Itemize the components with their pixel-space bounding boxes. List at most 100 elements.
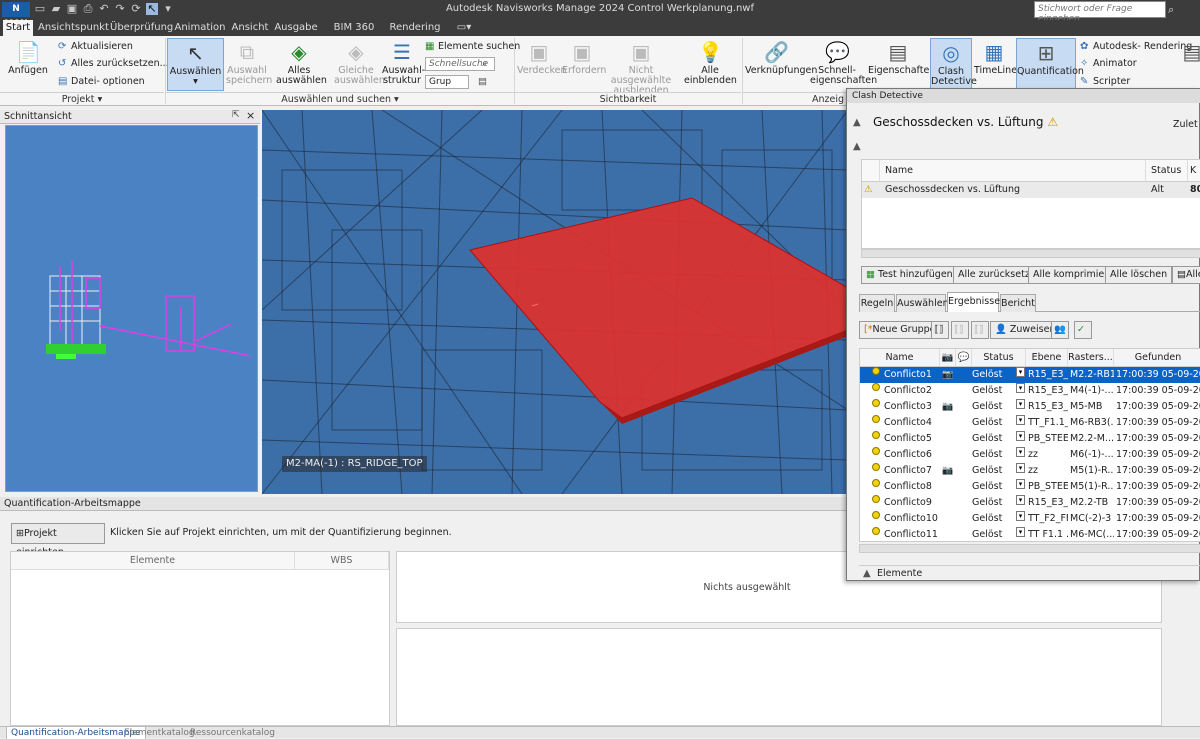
camera-icon[interactable]: 📷 [942, 367, 956, 383]
main-3d-viewport[interactable] [262, 110, 848, 494]
auswaehlen-button[interactable]: ↖ Auswählen ▾ [167, 38, 224, 91]
auswahl-speichern-button[interactable]: ⧉ Auswahl speichern [226, 40, 272, 86]
grup-dropdown[interactable]: Grup [425, 75, 469, 89]
tab-bim360glue[interactable]: BIM 360 Glue [323, 20, 385, 49]
comment-col-icon[interactable]: 💬 [956, 349, 972, 367]
tab-ansicht[interactable]: Ansicht [230, 20, 270, 36]
results-scrollbar[interactable] [859, 544, 1200, 553]
tests-scrollbar[interactable] [861, 249, 1200, 258]
col-test-k[interactable]: K [1188, 160, 1200, 182]
status-dropdown-icon[interactable]: ▾ [1016, 495, 1025, 505]
search-icon[interactable]: ⌕ [1168, 3, 1182, 17]
tab-ergebnisse[interactable]: Ergebnisse [947, 292, 1000, 312]
approve-icon[interactable]: ✓ [1074, 321, 1092, 339]
elemente-suchen-button[interactable]: ▦ Elemente suchen [425, 40, 520, 54]
aktualisieren-button[interactable]: ⟳ Aktualisieren [58, 40, 133, 54]
quantification-button[interactable]: ⊞ Quantification [1016, 38, 1084, 90]
status-dropdown-icon[interactable]: ▾ [1016, 399, 1025, 409]
test-hinzufuegen-button[interactable]: ▦ Test hinzufügen [861, 266, 958, 284]
status-dropdown-icon[interactable]: ▾ [1016, 479, 1025, 489]
col-test-name[interactable]: Name [880, 160, 1146, 182]
col-raster[interactable]: Rasters... [1068, 349, 1114, 367]
table-row[interactable]: Conflicto7 📷 Gelöst ▾ zz M5(1)-R... 17:00:39 0… [860, 463, 1200, 479]
tab-ausgabe[interactable]: Ausgabe [274, 20, 318, 36]
help-search-input[interactable]: Stichwort oder Frage eingeben [1034, 1, 1166, 24]
section-view[interactable] [5, 125, 258, 492]
anfuegen-button[interactable]: 📄 Anfügen [8, 40, 48, 76]
alle-einblenden-button[interactable]: 💡 Alle einblenden [684, 40, 737, 86]
table-row[interactable]: Conflicto5 Gelöst ▾PB_STEE...M2.2-M...17:0… [860, 431, 1200, 447]
pin-icon[interactable]: ⇱ [232, 110, 240, 120]
camera-icon[interactable]: 📷 [942, 463, 956, 479]
tab-regeln[interactable]: Regeln [859, 294, 895, 312]
neue-gruppe-button[interactable]: [*Neue Gruppe [859, 321, 941, 339]
status-dropdown-icon[interactable]: ▾ [1016, 527, 1025, 537]
status-dropdown-icon[interactable]: ▾ [1016, 415, 1025, 425]
table-row[interactable]: Conflicto6 Gelöst ▾ zz M6(-1)-... 17:00:39 05… [860, 447, 1200, 463]
tab-animation[interactable]: Animation [174, 20, 226, 36]
animator-button[interactable]: ✧ Animator [1080, 57, 1137, 71]
nicht-ausgewaehlte-ausblenden-button[interactable]: ▣ Nicht ausgewählte ausblenden [603, 40, 679, 96]
col-ebene[interactable]: Ebene [1026, 349, 1068, 367]
camera-icon[interactable]: 📷 [942, 399, 956, 415]
table-row[interactable]: Conflicto4 Gelöst ▾TT_F1.1_...M6-RB3(...17… [860, 415, 1200, 431]
alle-loeschen-button[interactable]: Alle löschen [1105, 266, 1173, 284]
col-name[interactable]: Name [860, 349, 940, 367]
elemente-section-header[interactable]: ▲ Elemente [859, 565, 1200, 581]
auswahlstruktur-button[interactable]: ☰ Auswahl- struktur [382, 40, 425, 86]
unassign-icon[interactable]: 👥 [1051, 321, 1069, 339]
tab-ansichtspunkt[interactable]: Ansichtspunkt [38, 20, 109, 36]
alles-auswaehlen-button[interactable]: ◈ Alles auswählen [276, 40, 327, 86]
clash-detective-button[interactable]: ◎ Clash Detective [930, 38, 977, 90]
sets-icon[interactable]: ▤ [478, 75, 487, 89]
close-icon[interactable]: × [246, 109, 255, 122]
group-label-projekt[interactable]: Projekt ▾ [0, 92, 164, 106]
eigenschaften-button[interactable]: ▤ Eigenschaften [868, 40, 935, 76]
timeliner-button[interactable]: ▦ TimeLiner [974, 40, 1021, 76]
alle-more-button[interactable]: ▤Alle [1172, 266, 1200, 284]
schnelleigenschaften-button[interactable]: 💬 Schnell- eigenschaften [810, 40, 877, 86]
table-row[interactable]: Conflicto1 📷 Gelöst ▾R15_E3_...M2.2-RB117:0… [860, 367, 1200, 383]
table-row[interactable]: Conflicto3 📷 Gelöst ▾R15_E3_...M5-MB 17:00:3… [860, 399, 1200, 415]
tests-table[interactable]: Name Status K ⚠ Geschossdecken vs. Lüftu… [861, 159, 1200, 249]
gleiche-auswaehlen-button[interactable]: ◈ Gleiche auswählen [334, 40, 385, 86]
tab-bericht[interactable]: Bericht [1000, 294, 1036, 312]
tab-ueberpruefung[interactable]: Überprüfung [110, 20, 173, 36]
table-row[interactable]: Conflicto11 Gelöst ▾TT F1.1 ...M6-MC(...17… [860, 527, 1200, 541]
erfordern-button[interactable]: ▣ Erfordern [562, 40, 606, 76]
table-row[interactable]: Conflicto9 Gelöst ▾R15_E3_...M2.2-TB 17:00:… [860, 495, 1200, 511]
collapse-icon[interactable]: ▲ [853, 141, 861, 152]
table-row[interactable]: Conflicto2 Gelöst ▾R15_E3_...M4(-1)-...17:… [860, 383, 1200, 399]
scripter-button[interactable]: ✎ Scripter [1080, 75, 1130, 89]
col-wbs[interactable]: WBS [295, 552, 389, 570]
projekt-einrichten-button[interactable]: ⊞Projekt einrichten... [11, 523, 105, 558]
more-tools-icon[interactable]: ▤ [1180, 40, 1200, 66]
table-row[interactable]: Conflicto10 Gelöst ▾TT_F2_FFLMC(-2)-3 17:00… [860, 511, 1200, 527]
col-elemente[interactable]: Elemente [11, 552, 295, 570]
status-dropdown-icon[interactable]: ▾ [1016, 383, 1025, 393]
tab-ressourcenkatalog[interactable]: Ressourcenkatalog [186, 727, 279, 739]
remove-from-group-icon[interactable]: ⟦⟧ [951, 321, 969, 339]
col-gefunden[interactable]: Gefunden [1114, 349, 1200, 367]
autodesk-rendering-button[interactable]: ✿ Autodesk- Rendering [1080, 40, 1192, 54]
quick-find-icon[interactable]: ⌕ [482, 57, 487, 71]
group-label-auswaehlen-suchen[interactable]: Auswählen und suchen ▾ [166, 92, 514, 106]
status-dropdown-icon[interactable]: ▾ [1016, 447, 1025, 457]
tab-auswaehlen[interactable]: Auswählen [896, 294, 949, 312]
status-dropdown-icon[interactable]: ▾ [1016, 463, 1025, 473]
tab-start[interactable]: Start [3, 20, 33, 36]
table-row[interactable]: Conflicto8 Gelöst ▾PB_STEE...M5(1)-R...17:… [860, 479, 1200, 495]
status-dropdown-icon[interactable]: ▾ [1016, 367, 1025, 377]
results-table[interactable]: Name 📷 💬 Status Ebene Rasters... Gefunde… [859, 348, 1200, 542]
quantification-items-table[interactable]: Elemente WBS [10, 551, 390, 726]
tab-options-icon[interactable]: ▭▾ [452, 20, 476, 36]
verknuepfungen-button[interactable]: 🔗 Verknüpfungen [745, 40, 817, 76]
verdecken-button[interactable]: ▣ Verdecken [517, 40, 566, 76]
datei-optionen-button[interactable]: ▤ Datei- optionen [58, 75, 145, 89]
explode-group-icon[interactable]: ⟦⟧ [971, 321, 989, 339]
camera-col-icon[interactable]: 📷 [940, 349, 956, 367]
col-test-status[interactable]: Status [1146, 160, 1188, 182]
zuweisen-button[interactable]: 👤 Zuweisen [990, 321, 1061, 339]
tab-rendering[interactable]: Rendering [389, 20, 441, 36]
status-dropdown-icon[interactable]: ▾ [1016, 511, 1025, 521]
